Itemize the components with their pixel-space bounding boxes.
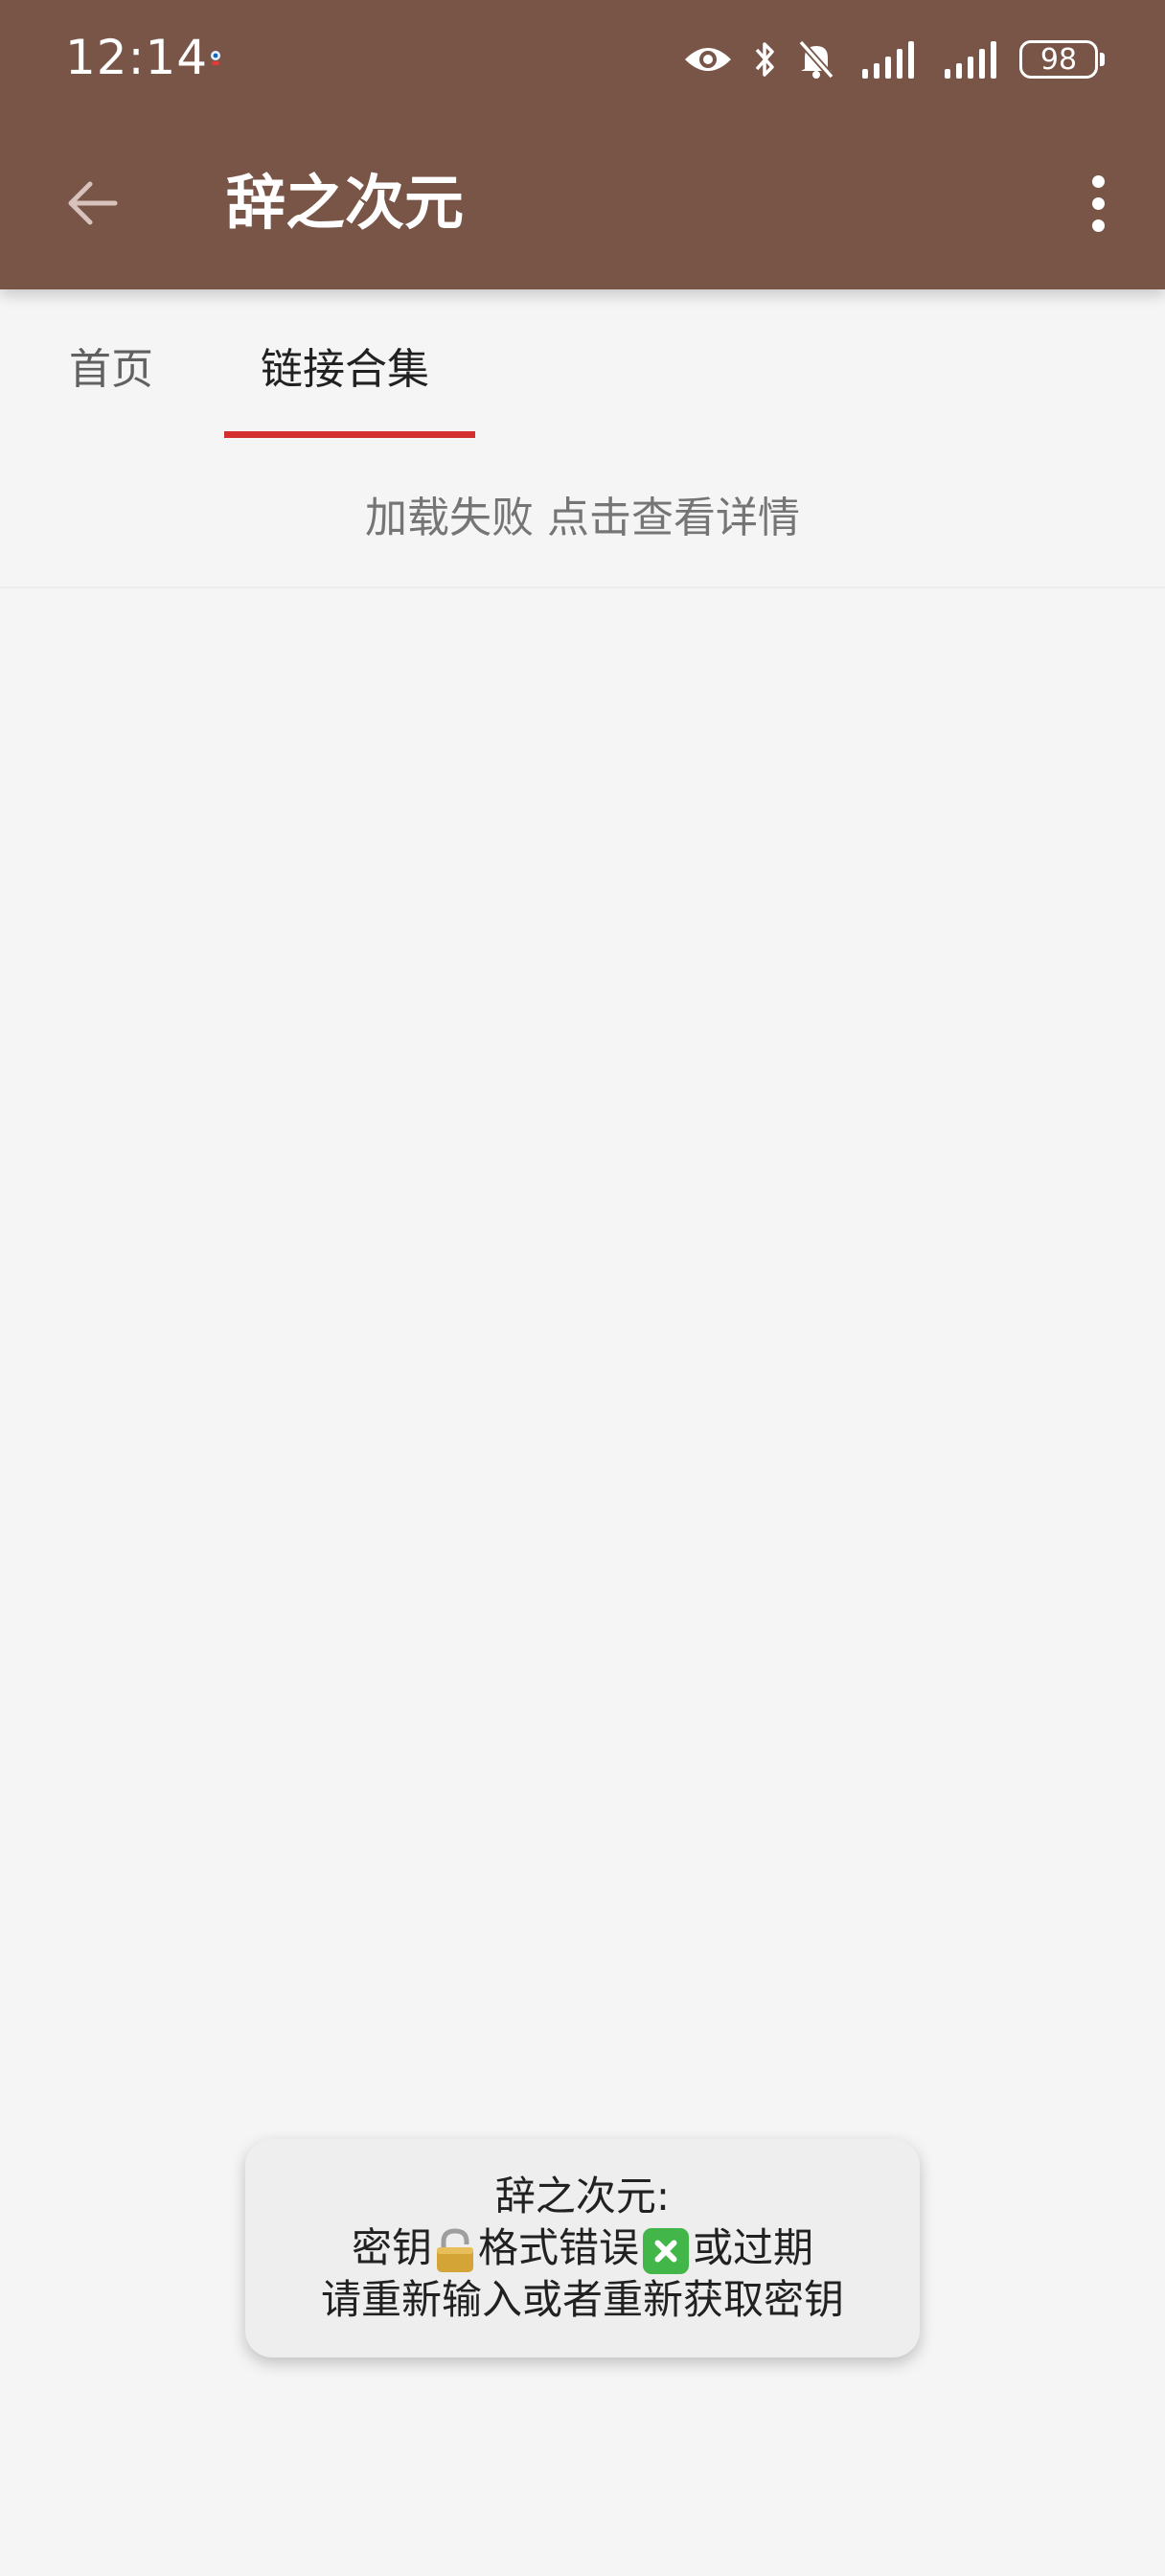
toast-expired-text: 或过期 — [693, 2224, 814, 2271]
bluetooth-icon — [755, 42, 774, 77]
battery-indicator: 98 — [1019, 40, 1105, 79]
toolbar: 辞之次元 — [0, 117, 1165, 289]
load-error-message[interactable]: 加载失败 点击查看详情 — [0, 441, 1165, 588]
tab-link-collection[interactable]: 链接合集 — [261, 289, 429, 441]
toast-key-text: 密钥 — [351, 2224, 432, 2271]
signal-icon — [945, 41, 996, 79]
cross-mark-icon — [643, 2227, 689, 2274]
app-bar: 12:14 98 辞之次元 — [0, 0, 1165, 289]
more-options-button[interactable] — [1069, 165, 1127, 242]
status-time: 12:14 — [65, 30, 209, 85]
tab-indicator — [224, 431, 475, 438]
toast-error-line: 密钥 格式错误 或过期 — [352, 2222, 813, 2274]
more-vertical-icon — [1091, 174, 1105, 188]
eye-icon — [685, 48, 731, 71]
page-title: 辞之次元 — [226, 168, 465, 238]
toast-message: 辞之次元: 密钥 格式错误 或过期 请重新输入或者重新获取密钥 — [245, 2139, 920, 2358]
tab-home[interactable]: 首页 — [69, 289, 153, 441]
signal-icon — [862, 41, 914, 79]
notification-icon — [211, 51, 220, 65]
toast-format-error-text: 格式错误 — [477, 2224, 639, 2271]
arrow-left-icon — [68, 181, 118, 225]
lock-icon — [436, 2227, 473, 2272]
bell-muted-icon — [798, 39, 834, 80]
back-button[interactable] — [54, 165, 130, 242]
toast-instruction: 请重新输入或者重新获取密钥 — [320, 2276, 844, 2323]
status-icons: 98 — [682, 36, 1105, 82]
toast-title: 辞之次元: — [494, 2173, 671, 2220]
status-bar: 12:14 98 — [0, 0, 1165, 117]
tab-bar: 首页 链接合集 — [0, 289, 1165, 441]
